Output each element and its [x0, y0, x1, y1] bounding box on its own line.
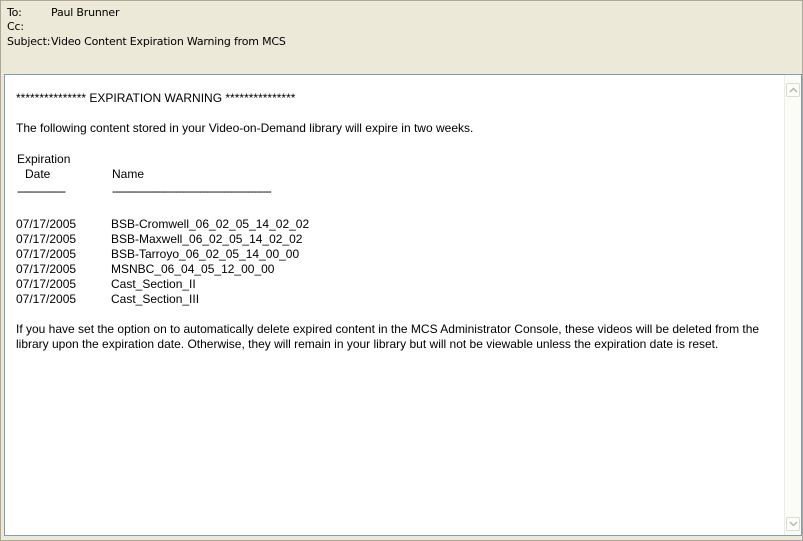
header-date-line2: Date [25, 167, 51, 181]
date-divider: ---------------- [17, 184, 66, 198]
cc-row: Cc: [7, 20, 24, 33]
subject-value: Video Content Expiration Warning from MC… [51, 35, 286, 48]
header-name: Name [112, 167, 145, 181]
to-row: To: Paul Brunner [7, 6, 119, 19]
expiration-warning-banner: *************** EXPIRATION WARNING *****… [16, 91, 296, 105]
header-expiration-date: Expiration Date [16, 151, 111, 183]
chevron-up-icon [789, 87, 798, 93]
message-content: *************** EXPIRATION WARNING *****… [16, 91, 776, 352]
name-divider: ----------------------------------------… [112, 184, 272, 198]
row-name: MSNBC_06_04_05_12_00_00 [111, 262, 275, 276]
vertical-scrollbar[interactable] [784, 75, 801, 535]
row-date: 07/17/2005 [16, 232, 77, 246]
row-date: 07/17/2005 [16, 292, 77, 306]
table-row: 07/17/2005 MSNBC_06_04_05_12_00_00 [16, 262, 309, 277]
chevron-down-icon [789, 521, 798, 527]
email-message-window: To: Paul Brunner Cc: Subject: Video Cont… [0, 0, 803, 541]
row-name: Cast_Section_III [111, 292, 200, 306]
row-name: Cast_Section_II [111, 277, 196, 291]
cc-label: Cc: [7, 20, 24, 33]
to-value[interactable]: Paul Brunner [51, 6, 119, 19]
intro-text: The following content stored in your Vid… [16, 121, 474, 135]
closing-paragraph: If you have set the option on to automat… [16, 322, 760, 351]
row-name: BSB-Tarroyo_06_02_05_14_00_00 [111, 247, 300, 261]
row-date: 07/17/2005 [16, 217, 77, 231]
table-divider-row: ---------------- -----------------------… [16, 183, 309, 200]
table-row: 07/17/2005 BSB-Cromwell_06_02_05_14_02_0… [16, 217, 309, 232]
table-header-row: Expiration Date Name [16, 151, 309, 183]
row-name: BSB-Maxwell_06_02_05_14_02_02 [111, 232, 303, 246]
message-header: To: Paul Brunner Cc: Subject: Video Cont… [1, 1, 802, 71]
expiring-content-table: Expiration Date Name ---------------- --… [16, 151, 309, 307]
subject-label: Subject: [7, 35, 51, 48]
table-row: 07/17/2005 BSB-Maxwell_06_02_05_14_02_02 [16, 232, 309, 247]
table-row: 07/17/2005 Cast_Section_III [16, 292, 309, 307]
row-date: 07/17/2005 [16, 262, 77, 276]
scroll-down-button[interactable] [786, 517, 800, 531]
row-name: BSB-Cromwell_06_02_05_14_02_02 [111, 217, 310, 231]
to-label: To: [7, 6, 22, 19]
row-date: 07/17/2005 [16, 277, 77, 291]
message-body[interactable]: *************** EXPIRATION WARNING *****… [4, 74, 802, 536]
scroll-up-button[interactable] [786, 83, 800, 97]
subject-row: Subject: Video Content Expiration Warnin… [7, 35, 286, 48]
table-row: 07/17/2005 BSB-Tarroyo_06_02_05_14_00_00 [16, 247, 309, 262]
header-date-line1: Expiration [17, 152, 71, 166]
row-date: 07/17/2005 [16, 247, 77, 261]
table-row: 07/17/2005 Cast_Section_II [16, 277, 309, 292]
